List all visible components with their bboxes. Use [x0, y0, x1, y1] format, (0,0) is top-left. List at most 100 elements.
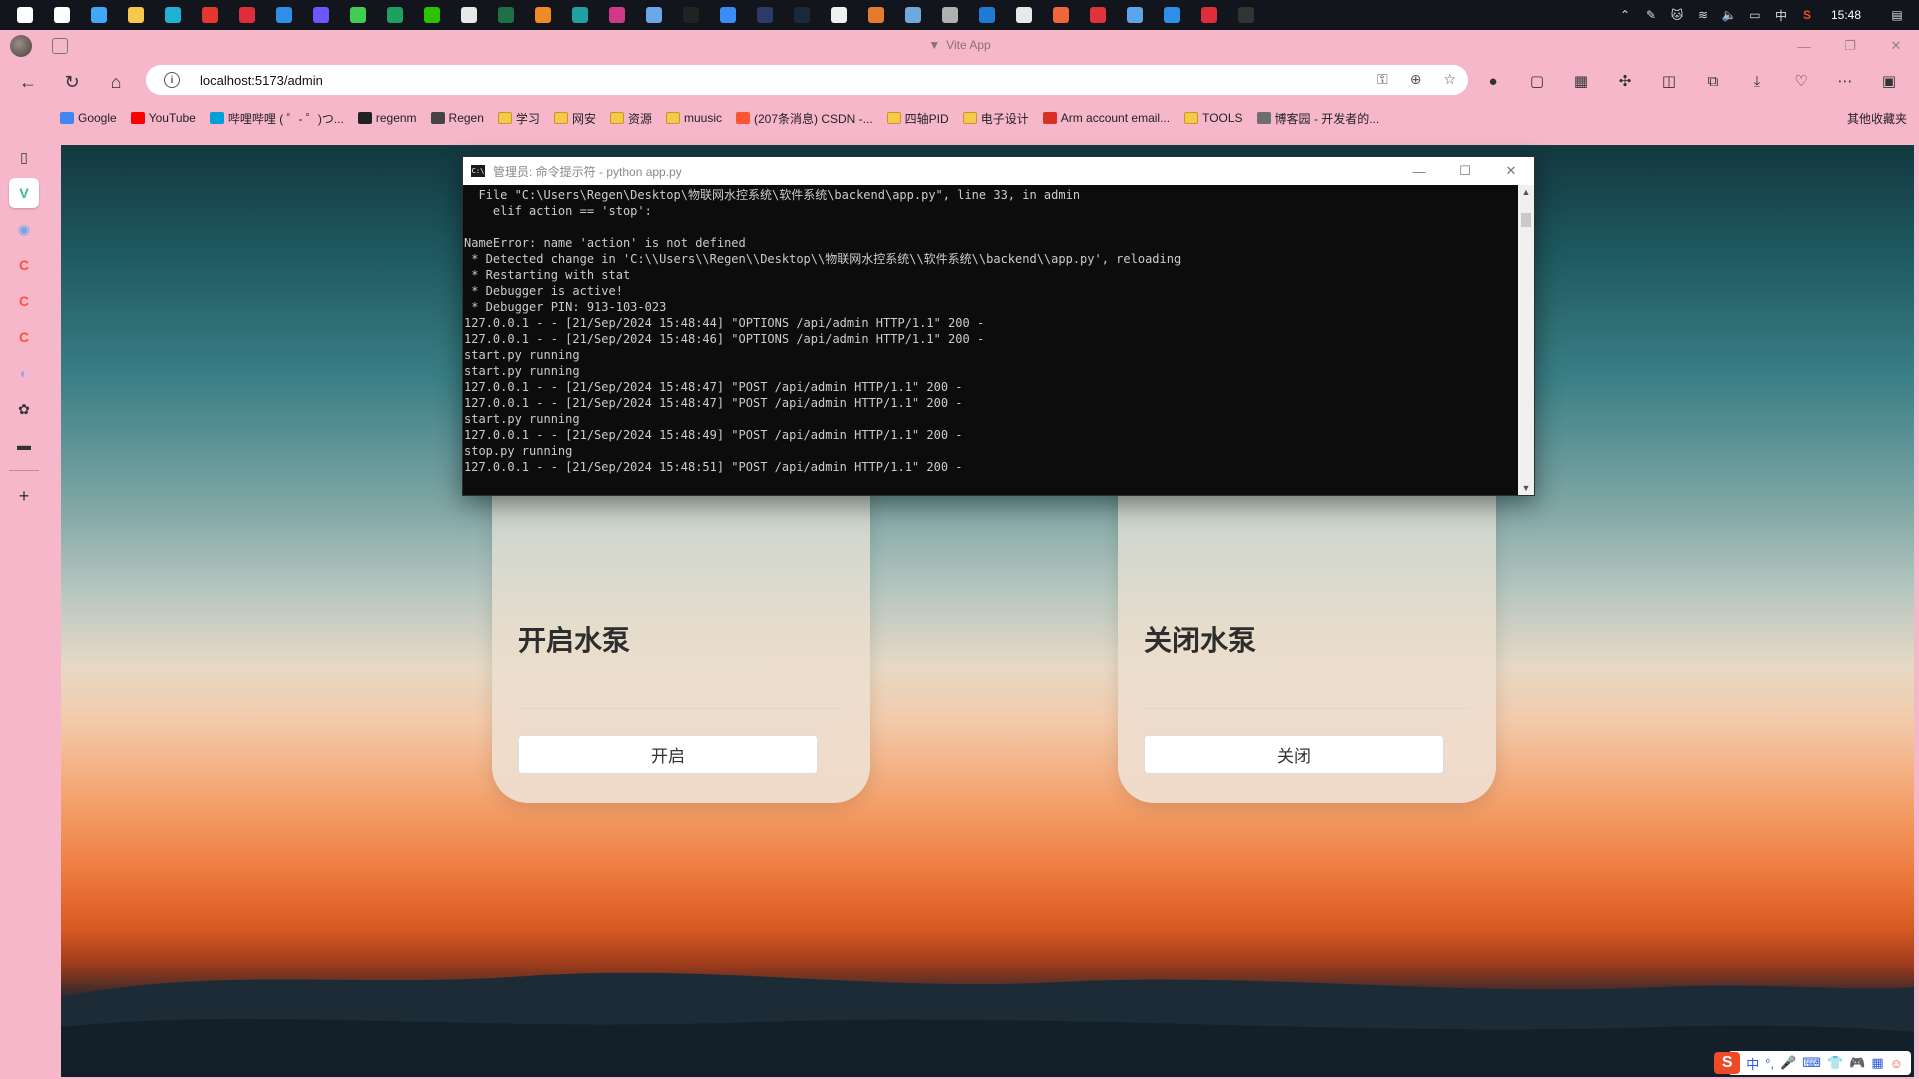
cat-icon[interactable]: 🐱 [1669, 7, 1685, 23]
vertical-tabs-icon[interactable]: ▯ [9, 142, 39, 172]
app-blue-icon[interactable] [709, 0, 746, 30]
split-screen-icon[interactable]: ◫ [1656, 68, 1682, 94]
steam-icon[interactable] [783, 0, 820, 30]
scroll-up-icon[interactable]: ▲ [1518, 185, 1534, 199]
bookmark-item[interactable]: 电子设计 [962, 110, 1029, 127]
vscode-2-icon[interactable] [1153, 0, 1190, 30]
pump-on-button[interactable]: 开启 [518, 735, 818, 774]
xmind-icon[interactable] [228, 0, 265, 30]
desktop-icon[interactable] [80, 0, 117, 30]
excel-icon[interactable] [487, 0, 524, 30]
address-bar[interactable]: i localhost:5173/admin ⚿ ⊕ ☆ [146, 65, 1468, 95]
refresh-button[interactable]: ↻ [58, 68, 86, 96]
sidebar-tab-edge[interactable]: ◉ [9, 214, 39, 244]
add-tab-icon[interactable]: + [9, 481, 39, 511]
sidebar-tab-terminal[interactable]: ▬ [9, 430, 39, 460]
battery-icon[interactable]: ▭ [1747, 7, 1763, 23]
app-pink-icon[interactable] [598, 0, 635, 30]
edge-icon[interactable] [154, 0, 191, 30]
app-dark-icon[interactable] [746, 0, 783, 30]
notification-icon[interactable]: ▤ [1889, 7, 1905, 23]
bookmark-item[interactable]: Google [60, 111, 117, 125]
sidebar-tab-app[interactable]: ◐ [9, 358, 39, 388]
avatar-icon[interactable]: ☺ [1890, 1056, 1903, 1071]
fox-icon[interactable] [857, 0, 894, 30]
browser-essentials-icon[interactable]: ♡ [1788, 68, 1814, 94]
bookmark-item[interactable]: regenm [357, 111, 417, 125]
chevron-up-icon[interactable]: ⌃ [1617, 7, 1633, 23]
downloads-icon[interactable]: ⤓ [1744, 68, 1770, 94]
app-leaf-icon[interactable] [931, 0, 968, 30]
app-circle-icon[interactable] [1005, 0, 1042, 30]
pen-icon[interactable]: ✎ [1643, 7, 1659, 23]
key-icon[interactable]: ⚿ [1377, 71, 1388, 88]
cmd-window[interactable]: C:\ 管理员: 命令提示符 - python app.py — ☐ ✕ Fil… [462, 156, 1535, 496]
minimize-button[interactable]: — [1781, 30, 1827, 62]
favorite-star-icon[interactable]: ☆ [1443, 71, 1456, 88]
restore-button[interactable]: ❐ [1827, 30, 1873, 62]
search-icon[interactable] [43, 0, 80, 30]
more-menu-icon[interactable]: ⋯ [1832, 68, 1858, 94]
bookmark-item[interactable]: 学习 [497, 110, 540, 127]
extension-2-icon[interactable]: ▢ [1524, 68, 1550, 94]
bookmark-item[interactable]: muusic [665, 111, 722, 125]
grid-icon[interactable]: ▦ [1871, 1055, 1883, 1071]
app-tool-icon[interactable] [1042, 0, 1079, 30]
sidebar-toggle-icon[interactable]: ▣ [1876, 68, 1902, 94]
sogou-logo-icon[interactable]: S [1714, 1052, 1741, 1074]
cmd-icon[interactable] [1227, 0, 1264, 30]
cmd-scrollbar[interactable]: ▲ ▼ [1518, 185, 1534, 495]
extensions-icon[interactable]: ✣ [1612, 68, 1638, 94]
back-button[interactable]: ← [14, 68, 42, 96]
keyboard-icon[interactable]: ⌨ [1802, 1055, 1821, 1071]
game-icon[interactable]: 🎮 [1849, 1055, 1865, 1071]
bookmark-item[interactable]: Arm account email... [1042, 111, 1170, 125]
bookmark-item[interactable]: YouTube [130, 111, 196, 125]
qt-icon[interactable] [339, 0, 376, 30]
sidebar-tab-vite[interactable]: V [9, 178, 39, 208]
bookmark-item[interactable]: 网安 [553, 110, 596, 127]
wps-icon[interactable] [191, 0, 228, 30]
sidebar-tab-csdn-3[interactable]: C [9, 322, 39, 352]
url-text[interactable]: localhost:5173/admin [200, 73, 323, 88]
intellij-icon[interactable] [302, 0, 339, 30]
zoom-icon[interactable]: ⊕ [1410, 71, 1422, 88]
ime-lang-indicator[interactable]: 中 [1773, 7, 1789, 23]
sidebar-tab-openai[interactable]: ✿ [9, 394, 39, 424]
bookmark-item[interactable]: 资源 [609, 110, 652, 127]
volume-icon[interactable]: 🔈 [1721, 7, 1737, 23]
app-window-icon[interactable] [1116, 0, 1153, 30]
close-button[interactable]: ✕ [1873, 30, 1919, 62]
bookmark-item[interactable]: Regen [430, 111, 484, 125]
app-orange-icon[interactable] [524, 0, 561, 30]
bookmark-item[interactable]: 博客园 - 开发者的... [1256, 110, 1379, 127]
xmind-2-icon[interactable] [1190, 0, 1227, 30]
pump-off-button[interactable]: 关闭 [1144, 735, 1444, 774]
app-monitor-icon[interactable] [894, 0, 931, 30]
qr-icon[interactable]: ▦ [1568, 68, 1594, 94]
cmd-close-button[interactable]: ✕ [1488, 157, 1534, 185]
ime-lang-label[interactable]: 中 [1746, 1054, 1759, 1073]
scroll-down-icon[interactable]: ▼ [1518, 481, 1534, 495]
netease-music-icon[interactable] [1079, 0, 1116, 30]
sogou-icon[interactable]: S [1799, 7, 1815, 23]
site-info-icon[interactable]: i [164, 72, 180, 88]
mx-icon[interactable] [968, 0, 1005, 30]
app-green-icon[interactable] [376, 0, 413, 30]
home-button[interactable]: ⌂ [102, 68, 130, 96]
sidebar-tab-csdn-2[interactable]: C [9, 286, 39, 316]
collections-icon[interactable]: ⧉ [1700, 68, 1726, 94]
start-icon[interactable] [6, 0, 43, 30]
cmd-maximize-button[interactable]: ☐ [1442, 157, 1488, 185]
app-bug-icon[interactable] [635, 0, 672, 30]
bookmark-item[interactable]: 哔哩哔哩 ( ゜- ゜)つ... [209, 110, 344, 127]
vscode-icon[interactable] [265, 0, 302, 30]
bookmark-item[interactable]: 四轴PID [886, 110, 949, 127]
typora-icon[interactable] [820, 0, 857, 30]
notepad-icon[interactable] [450, 0, 487, 30]
cmd-output[interactable]: File "C:\Users\Regen\Desktop\物联网水控系统\软件系… [463, 185, 1518, 495]
cmd-titlebar[interactable]: C:\ 管理员: 命令提示符 - python app.py — ☐ ✕ [463, 157, 1534, 185]
extension-1-icon[interactable]: ● [1480, 68, 1506, 94]
bookmark-item[interactable]: (207条消息) CSDN -... [735, 110, 873, 127]
app-teal-icon[interactable] [561, 0, 598, 30]
